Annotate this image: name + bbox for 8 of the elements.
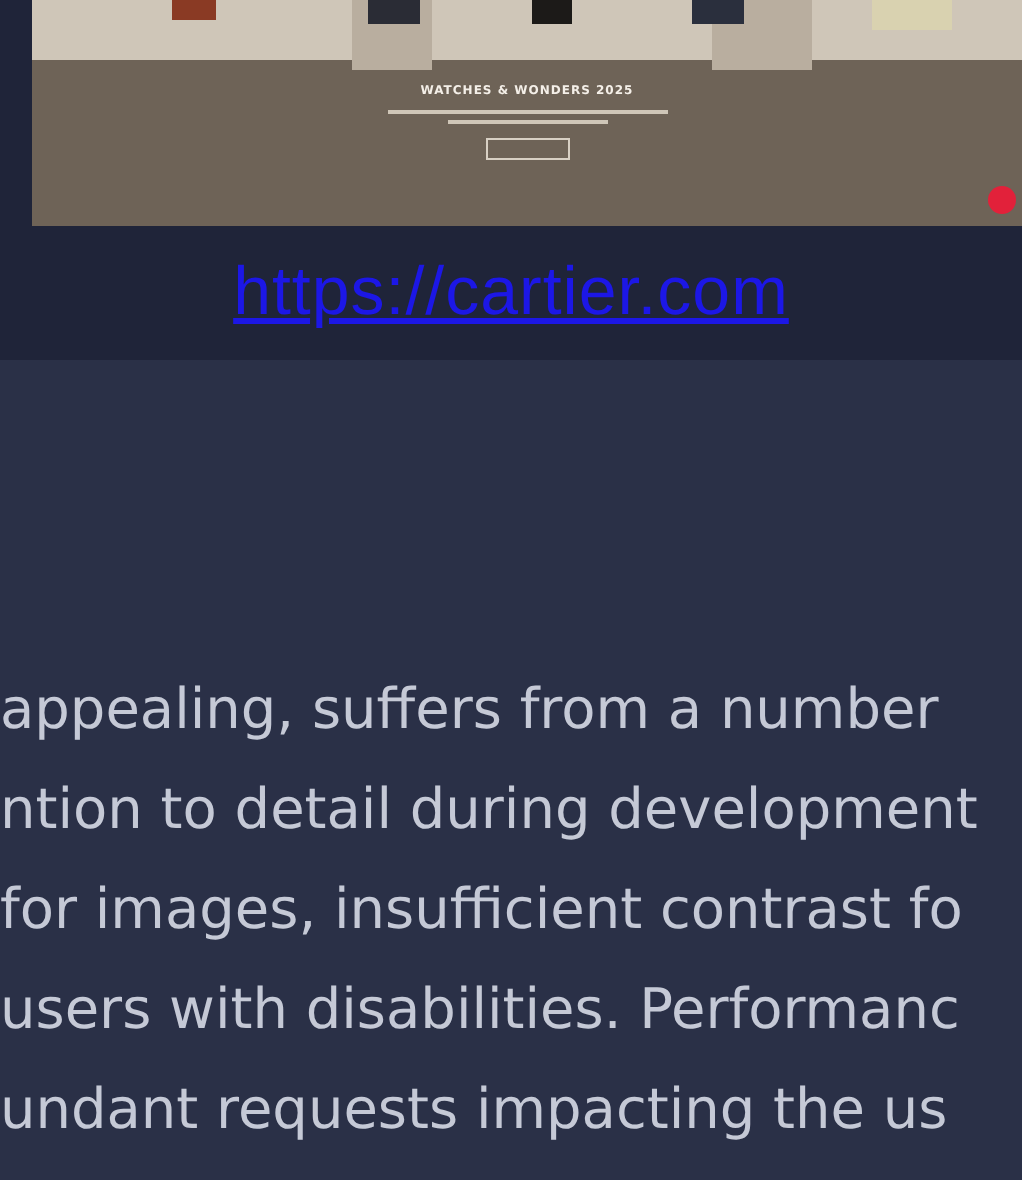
paragraph-line: undant requests impacting the us [0, 1074, 950, 1146]
paragraph-line: appealing, suffers from a number [0, 674, 941, 746]
outline-button[interactable] [485, 138, 569, 160]
paragraph-line: for images, insufficient contrast fo [0, 874, 965, 946]
notification-badge [988, 186, 1016, 214]
website-link[interactable]: https://cartier.com [233, 254, 789, 332]
paragraph-line: users with disabilities. Performanc [0, 974, 962, 1046]
paragraph-line: ntion to detail during development [0, 774, 980, 846]
